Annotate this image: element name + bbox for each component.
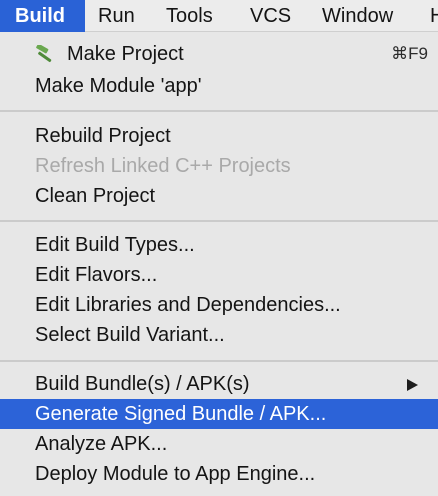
menu-item-edit-build-types[interactable]: Edit Build Types... (0, 230, 438, 260)
menu-item-deploy-module[interactable]: Deploy Module to App Engine... (0, 459, 438, 489)
submenu-arrow-icon (407, 379, 418, 391)
menu-window[interactable]: Window (322, 0, 393, 32)
menu-bar: Build Run Tools VCS Window H (0, 0, 438, 32)
menu-vcs[interactable]: VCS (250, 0, 291, 32)
menu-run[interactable]: Run (98, 0, 135, 32)
menu-item-clean-project[interactable]: Clean Project (0, 181, 438, 211)
menu-item-rebuild-project[interactable]: Rebuild Project (0, 121, 438, 151)
menu-item-make-project[interactable]: Make Project ⌘F9 (0, 39, 438, 69)
menu-item-label: Clean Project (35, 185, 156, 207)
menu-item-label: Deploy Module to App Engine... (35, 463, 316, 485)
shortcut-label: ⌘F9 (391, 44, 428, 63)
menu-item-edit-flavors[interactable]: Edit Flavors... (0, 260, 438, 290)
menu-item-label: Make Module 'app' (35, 75, 202, 97)
menu-item-select-build-variant[interactable]: Select Build Variant... (0, 320, 438, 350)
menu-item-make-module[interactable]: Make Module 'app' (0, 71, 438, 101)
menu-tools[interactable]: Tools (166, 0, 213, 32)
menu-separator (0, 220, 438, 222)
hammer-icon (36, 45, 52, 63)
menu-item-label: Edit Libraries and Dependencies... (35, 294, 341, 316)
menu-item-build-bundle-apk[interactable]: Build Bundle(s) / APK(s) (0, 369, 438, 399)
menu-item-edit-libraries[interactable]: Edit Libraries and Dependencies... (0, 290, 438, 320)
menu-build[interactable]: Build (0, 0, 85, 32)
menu-separator (0, 110, 438, 112)
menu-item-label: Analyze APK... (35, 433, 168, 455)
build-dropdown-menu: Make Project ⌘F9 Make Module 'app' Rebui… (0, 32, 438, 496)
menu-item-label: Edit Build Types... (35, 234, 195, 256)
menu-item-analyze-apk[interactable]: Analyze APK... (0, 429, 438, 459)
menu-item-label: Generate Signed Bundle / APK... (35, 403, 327, 425)
menu-item-label: Make Project (67, 43, 184, 65)
menu-item-label: Refresh Linked C++ Projects (35, 155, 291, 177)
menu-item-label: Build Bundle(s) / APK(s) (35, 373, 250, 395)
menu-item-generate-signed[interactable]: Generate Signed Bundle / APK... (0, 399, 438, 429)
menu-separator (0, 360, 438, 362)
menu-item-label: Select Build Variant... (35, 324, 225, 346)
menu-item-refresh-linked-cpp: Refresh Linked C++ Projects (0, 151, 438, 181)
menu-item-label: Rebuild Project (35, 125, 171, 147)
menu-help[interactable]: H (430, 0, 438, 32)
menu-item-label: Edit Flavors... (35, 264, 158, 286)
